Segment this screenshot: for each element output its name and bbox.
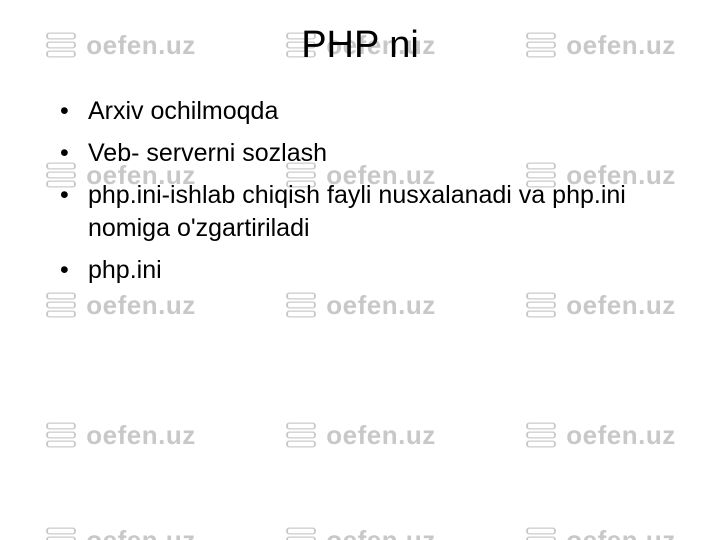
slide-content: PHP ni Arxiv ochilmoqda Veb- serverni so… <box>0 0 720 540</box>
list-item: php.ini <box>82 254 672 288</box>
list-item: php.ini-ishlab chiqish fayli nusxalanadi… <box>82 179 672 247</box>
list-item: Arxiv ochilmoqda <box>82 95 672 129</box>
bullet-list: Arxiv ochilmoqda Veb- serverni sozlash p… <box>48 95 672 288</box>
list-item: Veb- serverni sozlash <box>82 137 672 171</box>
slide-title: PHP ni <box>48 24 672 67</box>
